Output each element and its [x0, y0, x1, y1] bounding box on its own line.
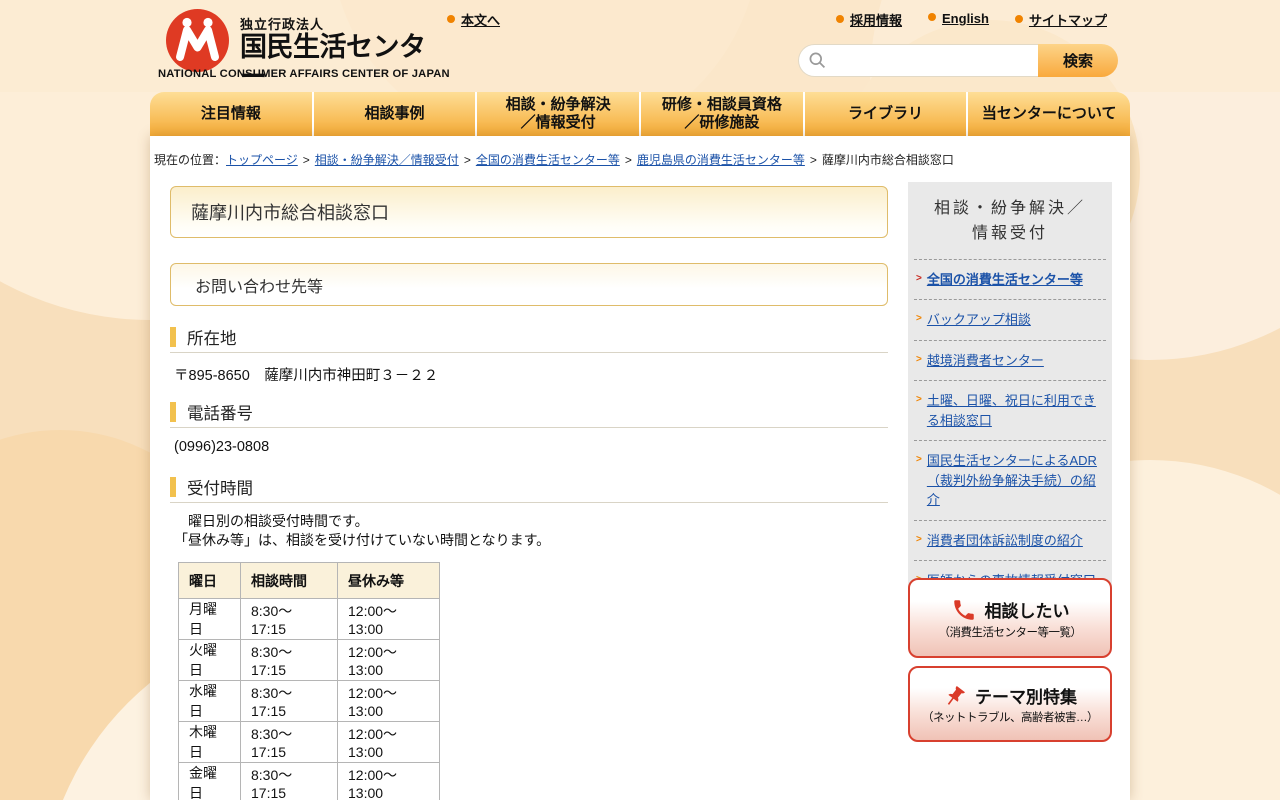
site-logo[interactable]: 独立行政法人 国民生活センター NATIONAL CONSUMER AFFAIR…	[158, 8, 450, 92]
breadcrumb-link-home[interactable]: トップページ	[226, 153, 298, 167]
table-row: 月曜日 8:30～17:15 12:00～13:00	[178, 598, 440, 640]
hours-note: 曜日別の相談受付時間です。 「昼休み等」は、相談を受け付けていない時間となります…	[174, 513, 551, 548]
address-value: 〒895-8650 薩摩川内市神田町３－２２	[174, 368, 439, 384]
content-column: 現在の位置：トップページ > 相談・紛争解決／情報受付 > 全国の消費生活センター等 > 鹿…	[150, 136, 1130, 800]
chevron-right-icon	[916, 455, 922, 465]
sidebar-item-crossborder: 越境消費者センター	[914, 339, 1106, 381]
sidebar-item-weekend: 土曜、日曜、祝日に利用できる相談窓口	[914, 380, 1106, 440]
org-name-label: 国民生活センター	[240, 32, 426, 92]
org-type-label: 独立行政法人	[240, 17, 325, 32]
table-header-row: 曜日 相談時間 昼休み等	[178, 562, 440, 599]
breadcrumb-link-consultation[interactable]: 相談・紛争解決／情報受付	[315, 153, 459, 167]
breadcrumb: 現在の位置：トップページ > 相談・紛争解決／情報受付 > 全国の消費生活センター等 > 鹿…	[154, 153, 954, 167]
col-header-day: 曜日	[178, 562, 241, 599]
logo-mark-icon	[166, 9, 229, 77]
table-row: 金曜日 8:30～17:15 12:00～13:00	[178, 762, 440, 800]
chevron-right-icon	[916, 314, 922, 324]
topics-banner-title: テーマ別特集	[975, 688, 1077, 707]
org-name-english: NATIONAL CONSUMER AFFAIRS CENTER OF JAPA…	[158, 68, 450, 80]
breadcrumb-link-kagoshima[interactable]: 鹿児島県の消費生活センター等	[637, 153, 805, 167]
sitemap-link[interactable]: サイトマップ	[1029, 13, 1107, 28]
topics-banner-subtitle: （ネットトラブル、高齢者被害…）	[922, 712, 1099, 724]
utility-nav: 採用情報 English サイトマップ	[836, 10, 1107, 30]
pushpin-icon	[947, 685, 965, 705]
consult-banner[interactable]: 相談したい （消費生活センター等一覧）	[908, 578, 1112, 658]
search-button[interactable]: 検索	[1038, 44, 1118, 77]
divider	[170, 502, 888, 503]
divider	[170, 427, 888, 428]
page-background: 独立行政法人 国民生活センター NATIONAL CONSUMER AFFAIR…	[0, 0, 1280, 800]
phone-heading: 電話番号	[170, 400, 253, 424]
bullet-icon	[1014, 15, 1023, 23]
bullet-icon	[836, 15, 844, 23]
page-title: 薩摩川内市総合相談窓口	[170, 186, 888, 238]
consult-banner-subtitle: （消費生活センター等一覧）	[938, 626, 1083, 639]
skip-to-content-link[interactable]: 本文へ	[461, 13, 500, 28]
bullet-icon	[928, 13, 937, 21]
recruit-link[interactable]: 採用情報	[850, 13, 902, 28]
address-heading: 所在地	[170, 325, 237, 349]
consult-banner-title: 相談したい	[984, 602, 1070, 621]
chevron-right-icon	[916, 355, 922, 365]
breadcrumb-prefix: 現在の位置：	[154, 153, 227, 167]
phone-icon	[953, 599, 974, 620]
table-row: 木曜日 8:30～17:15 12:00～13:00	[178, 721, 440, 763]
breadcrumb-link-centers[interactable]: 全国の消費生活センター等	[476, 153, 620, 167]
sidebar: 相談・紛争解決／ 情報受付 全国の消費生活センター等 バックアップ相談 越境消費…	[908, 182, 1112, 607]
col-header-lunch: 昼休み等	[337, 562, 440, 599]
sidebar-title: 相談・紛争解決／ 情報受付	[933, 200, 1086, 242]
contact-section-title: お問い合わせ先等	[170, 263, 888, 306]
nav-item-training[interactable]: 研修・相談員資格 ／研修施設	[639, 92, 803, 136]
global-nav: 注目情報 相談事例 相談・紛争解決 ／情報受付 研修・相談員資格 ／研修施設 ライブ…	[150, 92, 1130, 136]
nav-item-cases[interactable]: 相談事例	[311, 92, 476, 136]
chevron-right-icon	[916, 535, 922, 545]
col-header-hours: 相談時間	[240, 562, 338, 599]
divider	[170, 352, 888, 353]
search-icon	[809, 52, 826, 69]
search-input[interactable]	[798, 44, 1038, 77]
hours-table: 曜日 相談時間 昼休み等 月曜日 8:30～17:15 12:00～13:00 火曜…	[178, 562, 440, 800]
topics-banner[interactable]: テーマ別特集 （ネットトラブル、高齢者被害…）	[908, 666, 1112, 742]
table-row: 水曜日 8:30～17:15 12:00～13:00	[178, 680, 440, 722]
bullet-icon	[447, 15, 455, 23]
nav-item-attention[interactable]: 注目情報	[150, 92, 312, 136]
nav-item-library[interactable]: ライブラリ	[802, 92, 967, 136]
hours-heading: 受付時間	[170, 475, 253, 499]
chevron-right-icon	[916, 395, 922, 405]
phone-value: (0996)23-0808	[174, 439, 270, 455]
breadcrumb-current: 薩摩川内市総合相談窓口	[821, 153, 954, 167]
nav-item-consultation[interactable]: 相談・紛争解決 ／情報受付	[475, 92, 639, 136]
chevron-right-icon	[916, 274, 922, 284]
english-link[interactable]: English	[942, 11, 989, 26]
sidebar-item-centers: 全国の消費生活センター等	[914, 258, 1106, 300]
nav-item-about[interactable]: 当センターについて	[966, 92, 1130, 136]
table-row: 火曜日 8:30～17:15 12:00～13:00	[178, 639, 440, 681]
sidebar-item-adr: 国民生活センターによるADR（裁判外紛争解決手続）の紹介	[914, 440, 1106, 520]
sidebar-item-lawsuit: 消費者団体訴訟制度の紹介	[914, 519, 1106, 561]
sidebar-item-backup: バックアップ相談	[914, 299, 1106, 340]
search-bar: 検索	[798, 44, 1118, 77]
